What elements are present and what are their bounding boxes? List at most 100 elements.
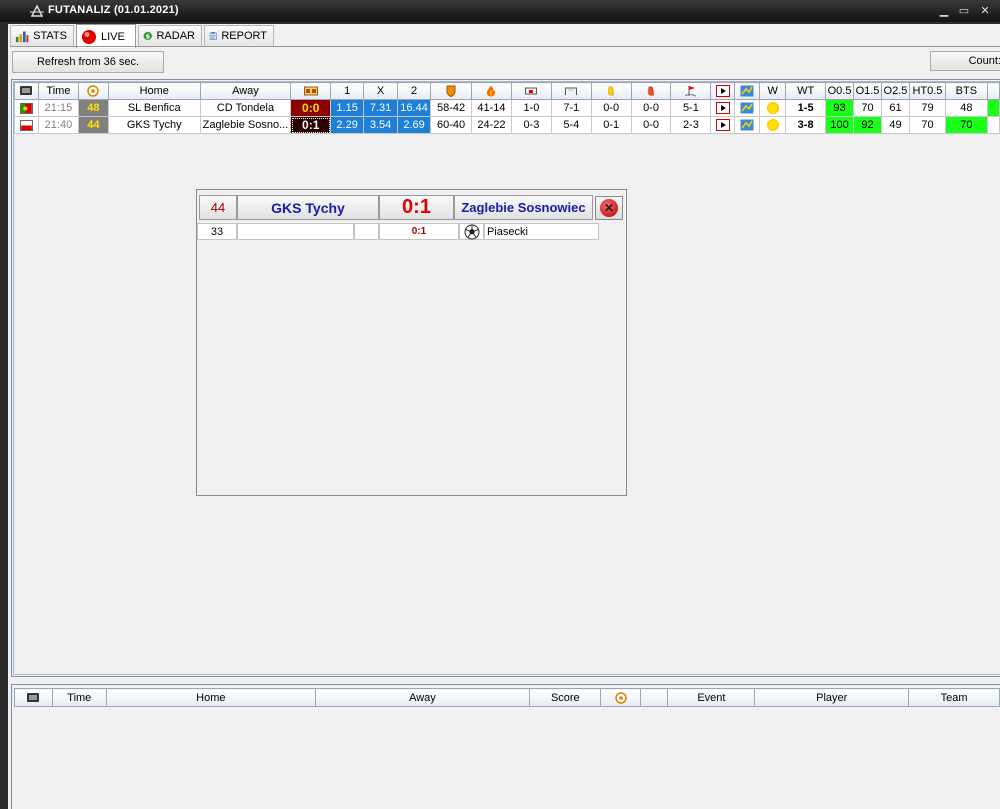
video-icon[interactable] bbox=[715, 102, 730, 115]
column-event-icon[interactable] bbox=[639, 688, 669, 707]
away-team[interactable]: CD Tondela bbox=[199, 99, 292, 117]
column-minute[interactable] bbox=[77, 82, 109, 100]
sun-icon bbox=[766, 119, 779, 132]
portugal-flag-icon bbox=[19, 102, 33, 114]
column-time[interactable]: Time bbox=[37, 82, 79, 100]
stat-ht05: 70 bbox=[908, 116, 946, 134]
table-row[interactable]: 21:15 48 SL Benfica CD Tondela 0:0 1.15 … bbox=[14, 99, 1000, 117]
stream-icon[interactable] bbox=[740, 119, 754, 131]
column-country[interactable] bbox=[14, 688, 53, 707]
column-minute[interactable] bbox=[600, 688, 641, 707]
popup-close-button[interactable]: ✕ bbox=[595, 196, 623, 220]
events-table: Time Home Away Score Event Player Team bbox=[14, 688, 1000, 707]
tab-label: LIVE bbox=[101, 30, 125, 43]
kickoff-time: 21:15 bbox=[37, 99, 79, 117]
column-weather[interactable]: W bbox=[759, 82, 787, 100]
column-o05[interactable]: O0.5 bbox=[825, 82, 855, 100]
corner-flag-icon bbox=[684, 86, 697, 97]
stat-yellow: 0-0 bbox=[590, 99, 632, 117]
odd-1: 2.29 bbox=[330, 116, 365, 134]
column-odd-1[interactable]: 1 bbox=[330, 82, 365, 100]
column-away[interactable]: Away bbox=[199, 82, 292, 100]
stat-o25: 49 bbox=[881, 116, 910, 134]
goal-icon bbox=[565, 87, 578, 96]
country-cell bbox=[14, 99, 39, 117]
refresh-button[interactable]: Refresh from 36 sec. bbox=[12, 51, 164, 73]
column-event[interactable]: Event bbox=[667, 688, 756, 707]
video-cell[interactable] bbox=[710, 99, 736, 117]
column-team[interactable]: Team bbox=[908, 688, 1000, 707]
stream-cell[interactable] bbox=[734, 116, 761, 134]
column-country[interactable] bbox=[14, 82, 39, 100]
odd-2: 16.44 bbox=[397, 99, 432, 117]
minimize-button[interactable]: ▁ bbox=[935, 4, 953, 18]
column-shots-on-target[interactable] bbox=[510, 82, 552, 100]
stat-o15: 92 bbox=[853, 116, 882, 134]
home-team[interactable]: SL Benfica bbox=[107, 99, 201, 117]
column-red-cards[interactable] bbox=[630, 82, 672, 100]
tab-radar[interactable]: $ RADAR bbox=[138, 25, 202, 46]
tab-label: REPORT bbox=[221, 30, 267, 42]
match-minute: 48 bbox=[77, 99, 109, 117]
close-icon: ✕ bbox=[600, 199, 618, 217]
column-shots-off-target[interactable] bbox=[550, 82, 592, 100]
column-home[interactable]: Home bbox=[107, 82, 201, 100]
extra-cell bbox=[986, 116, 1000, 134]
match-detail-popup: 44 GKS Tychy 0:1 Zaglebie Sosnowiec ✕ 33… bbox=[196, 189, 627, 496]
stream-icon[interactable] bbox=[740, 102, 754, 114]
weather-cell bbox=[759, 116, 787, 134]
svg-text:$: $ bbox=[145, 32, 150, 40]
column-score[interactable]: Score bbox=[529, 688, 602, 707]
column-video[interactable] bbox=[710, 82, 736, 100]
poland-flag-icon bbox=[19, 119, 33, 131]
column-o25[interactable]: O2.5 bbox=[881, 82, 910, 100]
video-cell[interactable] bbox=[710, 116, 736, 134]
column-corners[interactable] bbox=[670, 82, 712, 100]
match-minute: 44 bbox=[77, 116, 109, 134]
column-attacks[interactable] bbox=[471, 82, 512, 100]
column-o15[interactable]: O1.5 bbox=[853, 82, 882, 100]
red-card-icon bbox=[648, 86, 654, 96]
column-ht05[interactable]: HT0.5 bbox=[908, 82, 946, 100]
tab-live[interactable]: LIVE bbox=[76, 24, 136, 48]
match-score[interactable]: 0:1 bbox=[290, 116, 332, 134]
match-score[interactable]: 0:0 bbox=[290, 99, 332, 117]
column-yellow-cards[interactable] bbox=[590, 82, 632, 100]
column-time[interactable]: Time bbox=[51, 688, 108, 707]
column-bts[interactable]: BTS bbox=[944, 82, 988, 100]
tab-stats[interactable]: STATS bbox=[10, 25, 74, 46]
stream-icon bbox=[740, 85, 754, 97]
column-extra[interactable] bbox=[986, 82, 1000, 100]
window-border-top bbox=[8, 22, 1000, 24]
column-score[interactable] bbox=[290, 82, 332, 100]
column-stream[interactable] bbox=[734, 82, 761, 100]
maximize-button[interactable]: ▭ bbox=[955, 4, 973, 18]
stat-possession: 58-42 bbox=[430, 99, 472, 117]
tv-icon bbox=[20, 86, 33, 96]
column-away[interactable]: Away bbox=[314, 688, 531, 707]
red-dot-icon bbox=[82, 29, 96, 44]
stat-corners: 5-1 bbox=[670, 99, 712, 117]
tab-label: STATS bbox=[33, 30, 67, 42]
column-wt[interactable]: WT bbox=[785, 82, 827, 100]
column-home[interactable]: Home bbox=[106, 688, 316, 707]
sun-icon bbox=[766, 102, 779, 115]
stat-attacks: 24-22 bbox=[471, 116, 512, 134]
stat-red: 0-0 bbox=[630, 99, 672, 117]
table-row[interactable]: 21:40 44 GKS Tychy Zaglebie Sosno... 0:1… bbox=[14, 116, 1000, 134]
column-possession[interactable] bbox=[430, 82, 472, 100]
stat-shots-on: 1-0 bbox=[510, 99, 552, 117]
stream-cell[interactable] bbox=[734, 99, 761, 117]
close-window-button[interactable]: ✕ bbox=[976, 4, 994, 18]
column-odd-2[interactable]: 2 bbox=[397, 82, 432, 100]
column-player[interactable]: Player bbox=[754, 688, 910, 707]
stat-yellow: 0-1 bbox=[590, 116, 632, 134]
home-team[interactable]: GKS Tychy bbox=[107, 116, 201, 134]
column-odd-x[interactable]: X bbox=[363, 82, 399, 100]
video-icon[interactable] bbox=[715, 119, 730, 132]
away-team[interactable]: Zaglebie Sosno... bbox=[199, 116, 292, 134]
count-button[interactable]: Count: bbox=[930, 51, 1000, 71]
tab-report[interactable]: REPORT bbox=[204, 25, 274, 46]
stat-attacks: 41-14 bbox=[471, 99, 512, 117]
events-header-row: Time Home Away Score Event Player Team bbox=[14, 688, 1000, 707]
